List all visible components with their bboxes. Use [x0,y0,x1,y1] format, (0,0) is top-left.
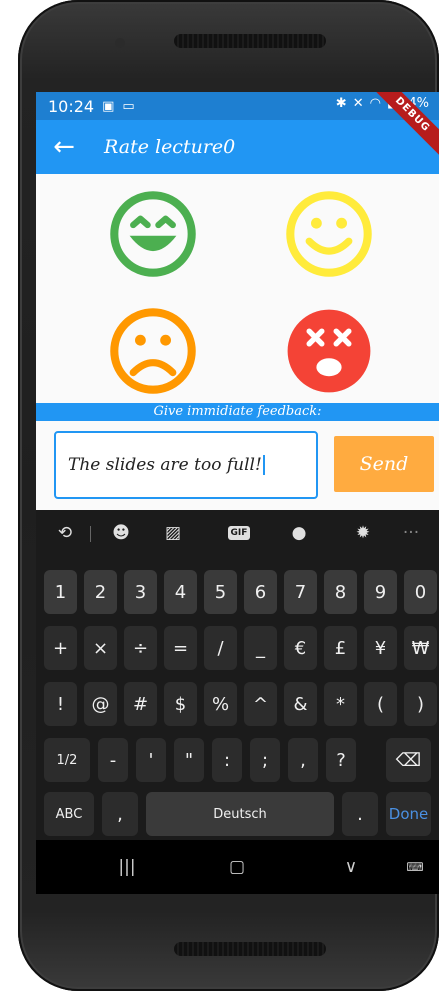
feedback-input-value: The slides are too full! [68,455,262,475]
key-row3-7[interactable]: * [324,682,357,726]
emoji-icon[interactable]: ☻ [106,520,136,546]
key-row2-8[interactable]: ¥ [364,626,397,670]
key-space[interactable]: Deutsch [146,792,334,836]
cast-icon: ▭ [122,98,135,114]
key-row2-1[interactable]: × [84,626,117,670]
feedback-input[interactable]: The slides are too full! [54,431,318,499]
key-row2-5[interactable]: _ [244,626,277,670]
gif-button[interactable]: GIF [222,520,256,546]
dizzy-face-icon [287,309,371,393]
key-row1-1[interactable]: 2 [84,570,117,614]
settings-icon[interactable]: ✹ [348,520,378,546]
key-row4-4[interactable]: : [212,738,242,782]
translate-icon[interactable]: ⟲ [50,520,80,546]
key-row1-0[interactable]: 1 [44,570,77,614]
key-symbol-page[interactable]: 1/2 [44,738,90,782]
key-row3-6[interactable]: & [284,682,317,726]
key-row3-3[interactable]: $ [164,682,197,726]
key-row2-4[interactable]: / [204,626,237,670]
sticker-icon[interactable]: ▨ [158,520,188,546]
feedback-label: Give immidiate feedback: [36,403,439,421]
front-camera [115,38,125,48]
very-sad-face-button[interactable] [284,306,374,396]
key-row3-1[interactable]: @ [84,682,117,726]
image-icon: ▣ [102,98,115,114]
page-title: Rate lecture0 [104,136,236,158]
key-row3-2[interactable]: # [124,682,157,726]
top-speaker [174,34,326,48]
recents-icon[interactable]: ||| [112,855,142,879]
key-row1-5[interactable]: 6 [244,570,277,614]
more-icon[interactable]: ··· [396,520,426,546]
mute-icon: ✕ [352,96,364,111]
sad-face-button[interactable] [108,306,198,396]
key-row1-8[interactable]: 9 [364,570,397,614]
key-row4-2[interactable]: ' [136,738,166,782]
key-row2-2[interactable]: ÷ [124,626,157,670]
key-period[interactable]: . [342,792,378,836]
grin-icon [110,191,196,277]
screen: 10:24 ▣ ▭ ✱ ✕ ◠ ▮ 64% DEBUG ← Rate lectu… [36,92,439,894]
bluetooth-icon: ✱ [335,96,347,111]
key-row4-3[interactable]: " [174,738,204,782]
key-row4-6[interactable]: , [288,738,318,782]
key-row2-9[interactable]: ₩ [404,626,437,670]
key-done[interactable]: Done [386,792,431,836]
key-row4-5[interactable]: ; [250,738,280,782]
smile-icon [286,191,372,277]
home-icon[interactable]: ▢ [222,855,252,879]
happy-face-button[interactable] [284,189,374,279]
key-row4-7[interactable]: ? [326,738,356,782]
status-bar: 10:24 ▣ ▭ ✱ ✕ ◠ ▮ 64% DEBUG [36,92,439,161]
key-abc[interactable]: ABC [44,792,94,836]
key-row3-9[interactable]: ) [404,682,437,726]
key-row2-0[interactable]: + [44,626,77,670]
very-happy-face-button[interactable] [108,189,198,279]
navigation-bar: ||| ▢ ∨ ⌨ [36,840,439,894]
send-button[interactable]: Send [334,436,434,492]
key-row2-6[interactable]: € [284,626,317,670]
key-row1-6[interactable]: 7 [284,570,317,614]
keyboard-toolbar: ⟲ ☻ ▨ GIF ● ✹ ··· [36,510,439,556]
key-row3-5[interactable]: ^ [244,682,277,726]
arrow-back-icon: ← [53,132,75,162]
key-row1-9[interactable]: 0 [404,570,437,614]
microphone-icon[interactable]: ● [284,520,314,546]
key-row1-4[interactable]: 5 [204,570,237,614]
gif-label: GIF [227,526,251,540]
key-comma[interactable]: , [102,792,138,836]
key-row1-2[interactable]: 3 [124,570,157,614]
bottom-speaker [174,942,326,956]
key-row3-8[interactable]: ( [364,682,397,726]
status-time: 10:24 [48,96,95,116]
key-row3-0[interactable]: ! [44,682,77,726]
keyboard-icon[interactable]: ⌨ [400,855,430,879]
back-button[interactable]: ← [36,120,92,174]
back-chevron-icon[interactable]: ∨ [336,855,366,879]
key-row2-7[interactable]: £ [324,626,357,670]
app-bar: ← Rate lecture0 [36,120,439,174]
backspace-icon: ⌫ [395,749,422,771]
key-row2-3[interactable]: = [164,626,197,670]
toolbar-divider [90,526,91,542]
key-row4-1[interactable]: - [98,738,128,782]
key-row1-3[interactable]: 4 [164,570,197,614]
key-row1-7[interactable]: 8 [324,570,357,614]
keyboard: ⟲ ☻ ▨ GIF ● ✹ ··· 1234567890 + × ÷ = / _ € £ ¥ ₩ … [36,510,439,840]
frown-icon [110,308,196,394]
text-caret [262,455,265,475]
wifi-icon: ◠ [369,96,381,111]
key-row3-4[interactable]: % [204,682,237,726]
backspace-button[interactable]: ⌫ [386,738,431,782]
